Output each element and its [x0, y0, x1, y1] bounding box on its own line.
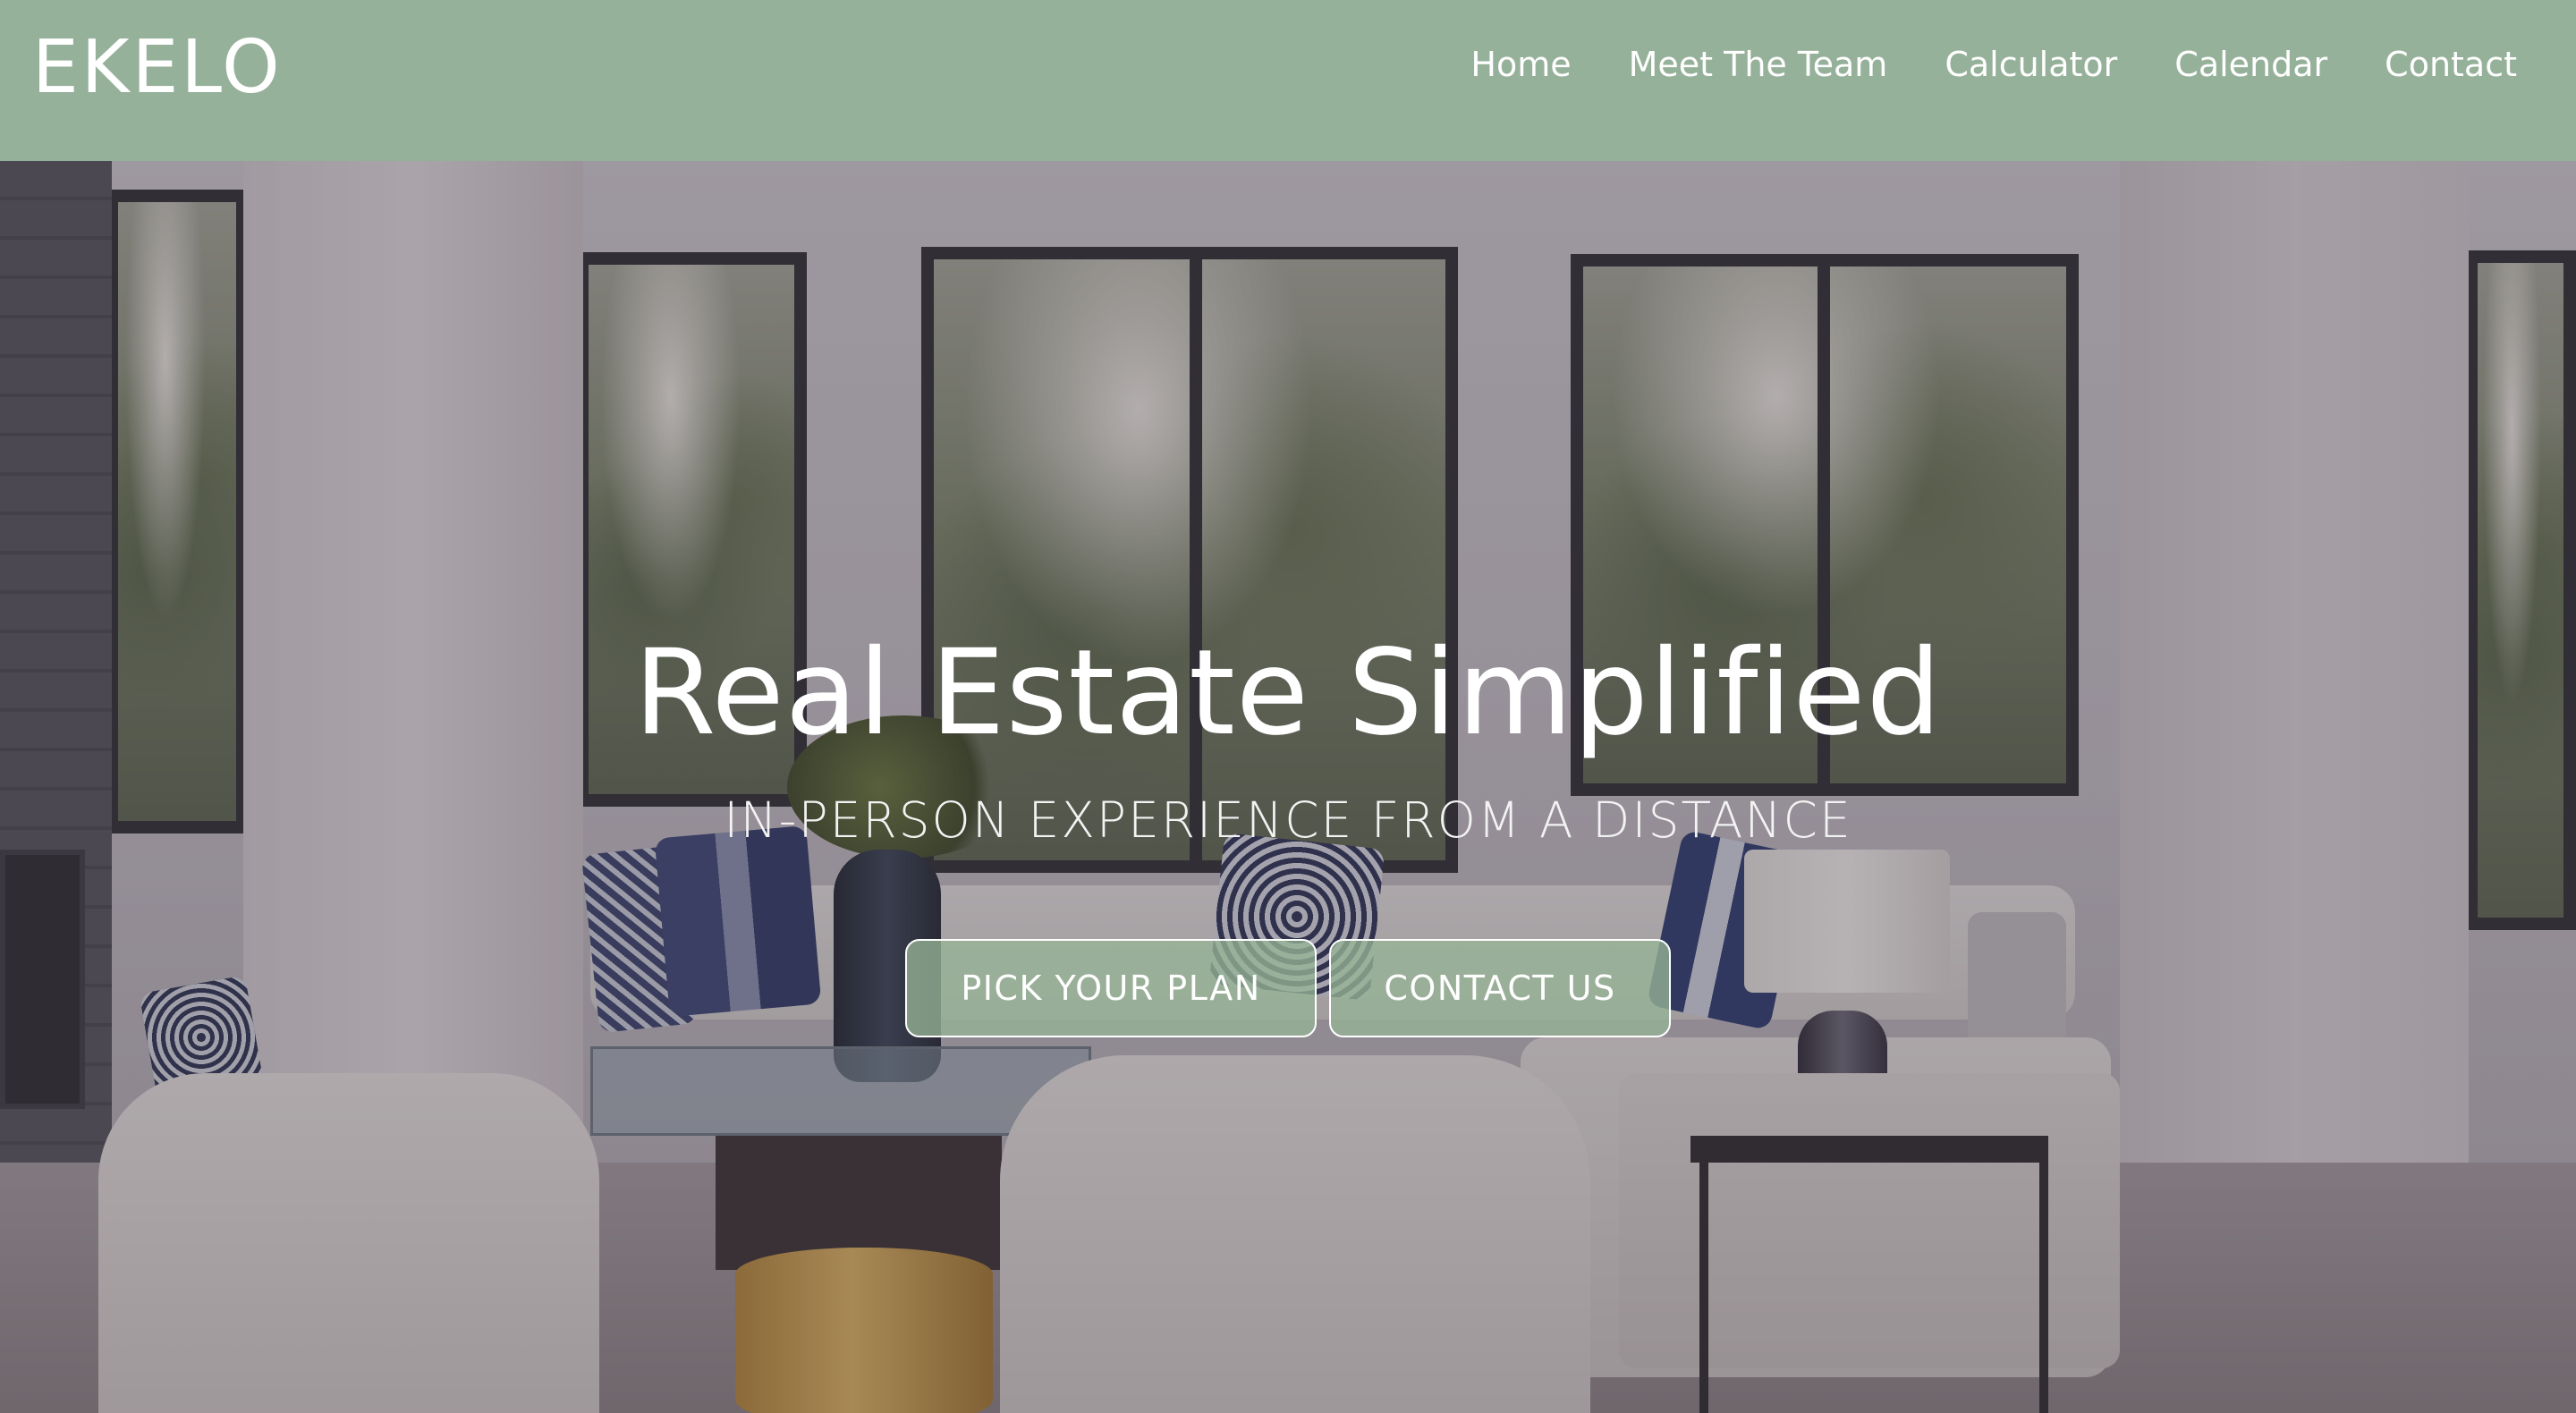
nav-contact[interactable]: Contact: [2385, 39, 2517, 89]
nav-calculator[interactable]: Calculator: [1945, 39, 2117, 89]
nav-menu: Home Meet The Team Calculator Calendar C…: [1470, 39, 2517, 89]
hero-title: Real Estate Simplified: [633, 624, 1943, 762]
site-logo[interactable]: EKELO: [32, 27, 283, 109]
contact-us-button[interactable]: CONTACT US: [1329, 939, 1671, 1037]
navbar: EKELO Home Meet The Team Calculator Cale…: [0, 0, 2576, 161]
hero-subtitle: IN-PERSON EXPERIENCE FROM A DISTANCE: [724, 791, 1852, 849]
nav-calendar[interactable]: Calendar: [2174, 39, 2327, 89]
nav-home[interactable]: Home: [1470, 39, 1571, 89]
cta-group: PICK YOUR PLAN CONTACT US: [905, 939, 1671, 1037]
pick-your-plan-button[interactable]: PICK YOUR PLAN: [905, 939, 1317, 1037]
nav-meet-the-team[interactable]: Meet The Team: [1629, 39, 1888, 89]
